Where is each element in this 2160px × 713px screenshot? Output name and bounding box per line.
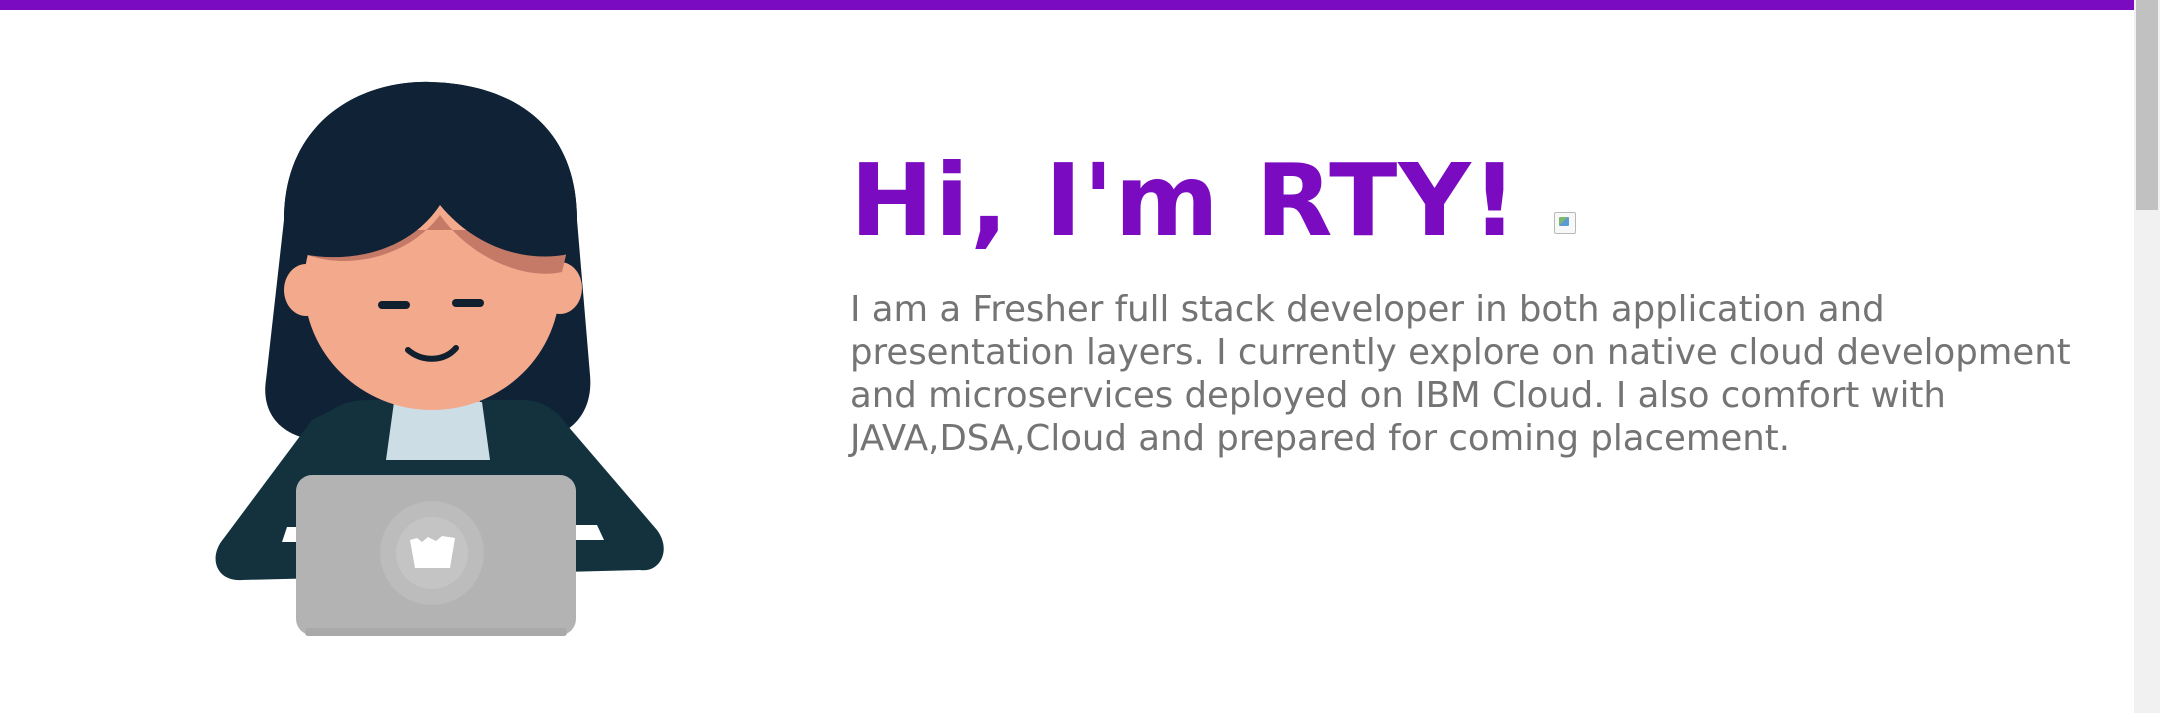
hero-intro: I am a Fresher full stack developer in b…	[850, 289, 2071, 459]
eye-right	[452, 299, 484, 307]
top-accent-bar	[0, 0, 2134, 10]
hero-section: Hi, I'm RTY! I am a Fresher full stack d…	[850, 146, 2110, 460]
scrollbar-thumb[interactable]	[2136, 0, 2158, 210]
briefcase-icon	[410, 536, 455, 568]
title-row: Hi, I'm RTY!	[850, 146, 2110, 256]
hero-title: Hi, I'm RTY!	[850, 142, 1519, 259]
broken-image-icon	[1554, 212, 1577, 234]
laptop-base	[305, 628, 567, 636]
developer-illustration	[215, 81, 664, 636]
eye-left	[378, 301, 410, 309]
vertical-scrollbar[interactable]	[2134, 0, 2160, 713]
shirt	[386, 402, 490, 460]
